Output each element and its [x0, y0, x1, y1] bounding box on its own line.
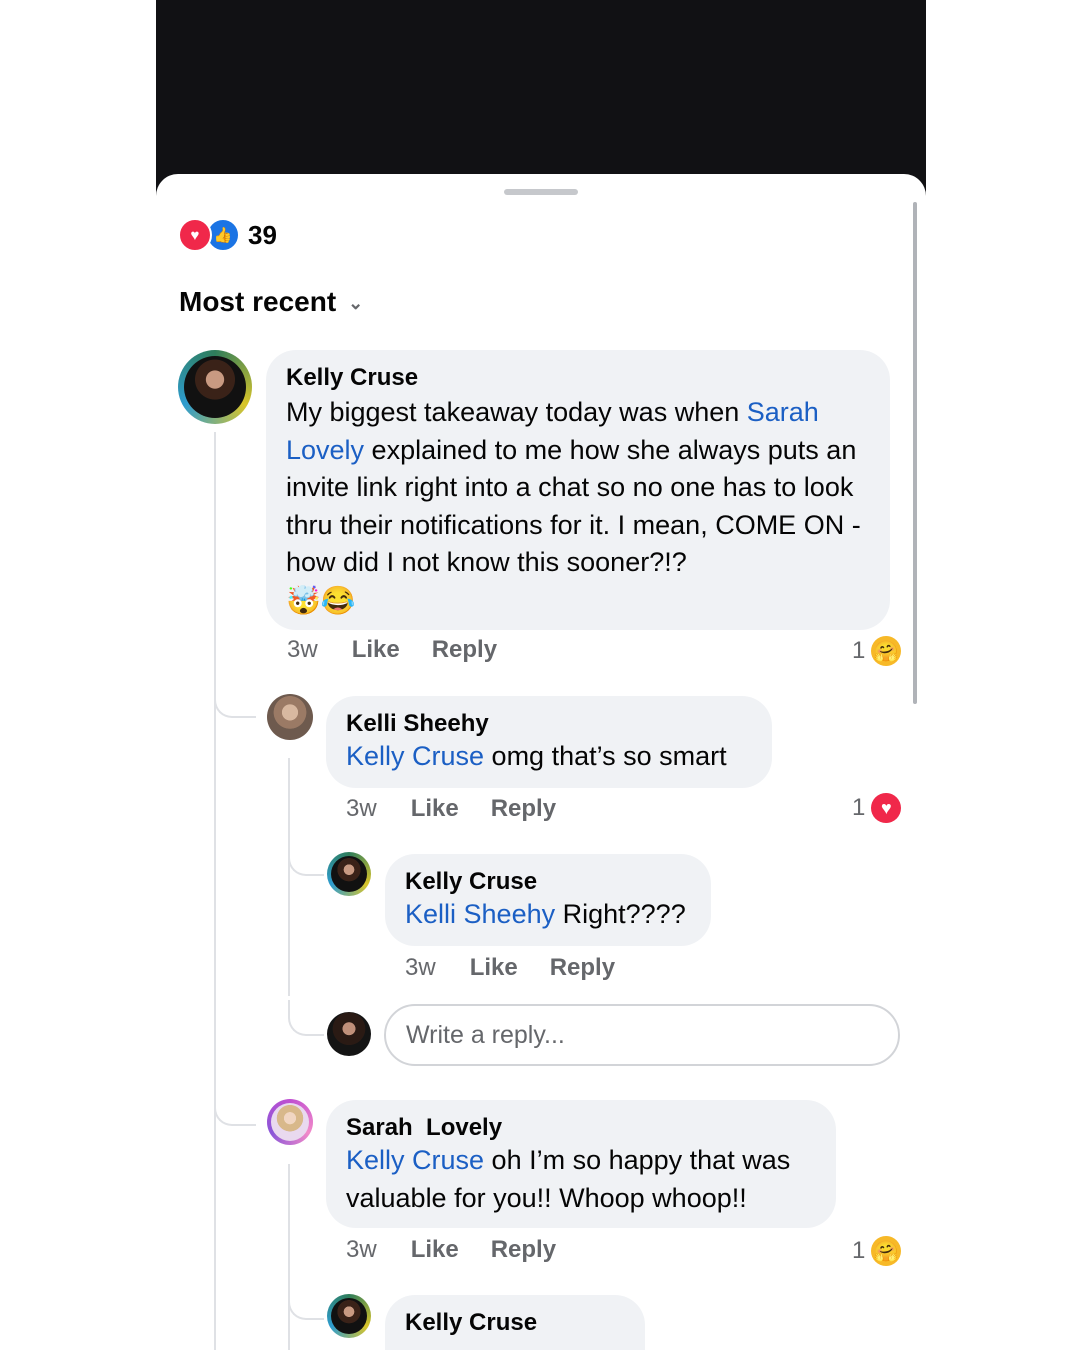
heart-reaction-icon: ♥: [178, 218, 212, 252]
avatar[interactable]: [327, 1294, 371, 1338]
comment-reactions[interactable]: 1 🤗: [852, 1236, 902, 1266]
mention-link[interactable]: Kelly Cruse: [346, 741, 484, 771]
reply-button[interactable]: Reply: [491, 795, 556, 823]
comment-emojis: 🤯😂: [286, 584, 356, 616]
comment-reaction-count: 1: [852, 1237, 866, 1264]
comment-reaction-count: 1: [852, 794, 866, 821]
avatar[interactable]: [327, 852, 371, 896]
avatar[interactable]: [178, 350, 252, 424]
reply-button[interactable]: Reply: [550, 954, 615, 982]
comment-reactions[interactable]: 1 ♥: [852, 793, 902, 823]
comment-actions: 3w Like Reply: [346, 1236, 588, 1264]
thread-connector: [288, 842, 324, 876]
comment-reaction-count: 1: [852, 637, 866, 664]
comment-actions: 3w Like Reply: [346, 795, 588, 823]
sort-label: Most recent: [179, 286, 337, 317]
comment-bubble[interactable]: Kelly Cruse: [385, 1295, 645, 1350]
avatar[interactable]: [267, 694, 313, 740]
thread-line: [214, 432, 216, 1350]
thread-line: [288, 1164, 290, 1350]
thread-connector: [214, 1094, 256, 1126]
comment-bubble[interactable]: Kelly Cruse My biggest takeaway today wa…: [266, 350, 890, 630]
thread-connector: [288, 1000, 324, 1036]
comment-author[interactable]: Kelly Cruse: [405, 1309, 625, 1337]
reply-button[interactable]: Reply: [491, 1236, 556, 1264]
reply-button[interactable]: Reply: [432, 636, 497, 664]
thread-line: [288, 758, 290, 996]
comment-actions: 3w Like Reply: [405, 954, 647, 982]
drag-handle[interactable]: [504, 189, 578, 195]
chevron-down-icon: ⌄: [348, 292, 364, 313]
like-button[interactable]: Like: [470, 954, 518, 982]
comment-bubble[interactable]: Kelli Sheehy Kelly Cruse omg that’s so s…: [326, 696, 772, 788]
scrollbar[interactable]: [913, 202, 917, 704]
comment-reactions[interactable]: 1 🤗: [852, 636, 902, 666]
mention-link[interactable]: Kelly Cruse: [346, 1145, 484, 1175]
comment-author[interactable]: Sarah Lovely: [346, 1114, 816, 1142]
comment-author[interactable]: Kelly Cruse: [286, 364, 870, 392]
care-reaction-icon: 🤗: [871, 1236, 902, 1266]
comment-text: Kelly Cruse omg that’s so smart: [346, 741, 727, 771]
comment-text: Kelly Cruse oh I’m so happy that was val…: [346, 1145, 791, 1213]
comment-time[interactable]: 3w: [287, 636, 318, 664]
comments-sheet: ♥ 👍 39 Most recent ⌄ Kelly Cruse My bigg…: [156, 174, 926, 1350]
comment-time[interactable]: 3w: [346, 1236, 377, 1264]
mention-link[interactable]: Kelli Sheehy: [405, 899, 555, 929]
reply-input[interactable]: [384, 1004, 900, 1066]
video-area: [156, 0, 926, 200]
like-button[interactable]: Like: [352, 636, 400, 664]
avatar[interactable]: [267, 1099, 313, 1145]
reaction-count: 39: [248, 219, 277, 250]
current-user-avatar: [327, 1012, 371, 1056]
comment-time[interactable]: 3w: [346, 795, 377, 823]
care-reaction-icon: 🤗: [871, 636, 902, 666]
comment-author[interactable]: Kelli Sheehy: [346, 710, 752, 738]
comment-bubble[interactable]: Kelly Cruse Kelli Sheehy Right????: [385, 854, 711, 946]
thread-connector: [214, 684, 256, 718]
comment-actions: 3w Like Reply: [287, 636, 529, 664]
comment-bubble[interactable]: Sarah Lovely Kelly Cruse oh I’m so happy…: [326, 1100, 836, 1228]
heart-reaction-icon: ♥: [871, 793, 902, 823]
comment-text: Kelli Sheehy Right????: [405, 899, 686, 929]
reaction-summary[interactable]: ♥ 👍 39: [178, 218, 277, 252]
sort-dropdown[interactable]: Most recent ⌄: [179, 286, 363, 318]
comment-text: My biggest takeaway today was when Sarah…: [286, 397, 861, 577]
like-button[interactable]: Like: [411, 1236, 459, 1264]
comment-author[interactable]: Kelly Cruse: [405, 868, 691, 896]
comment-time[interactable]: 3w: [405, 954, 436, 982]
like-button[interactable]: Like: [411, 795, 459, 823]
thread-connector: [288, 1284, 324, 1320]
